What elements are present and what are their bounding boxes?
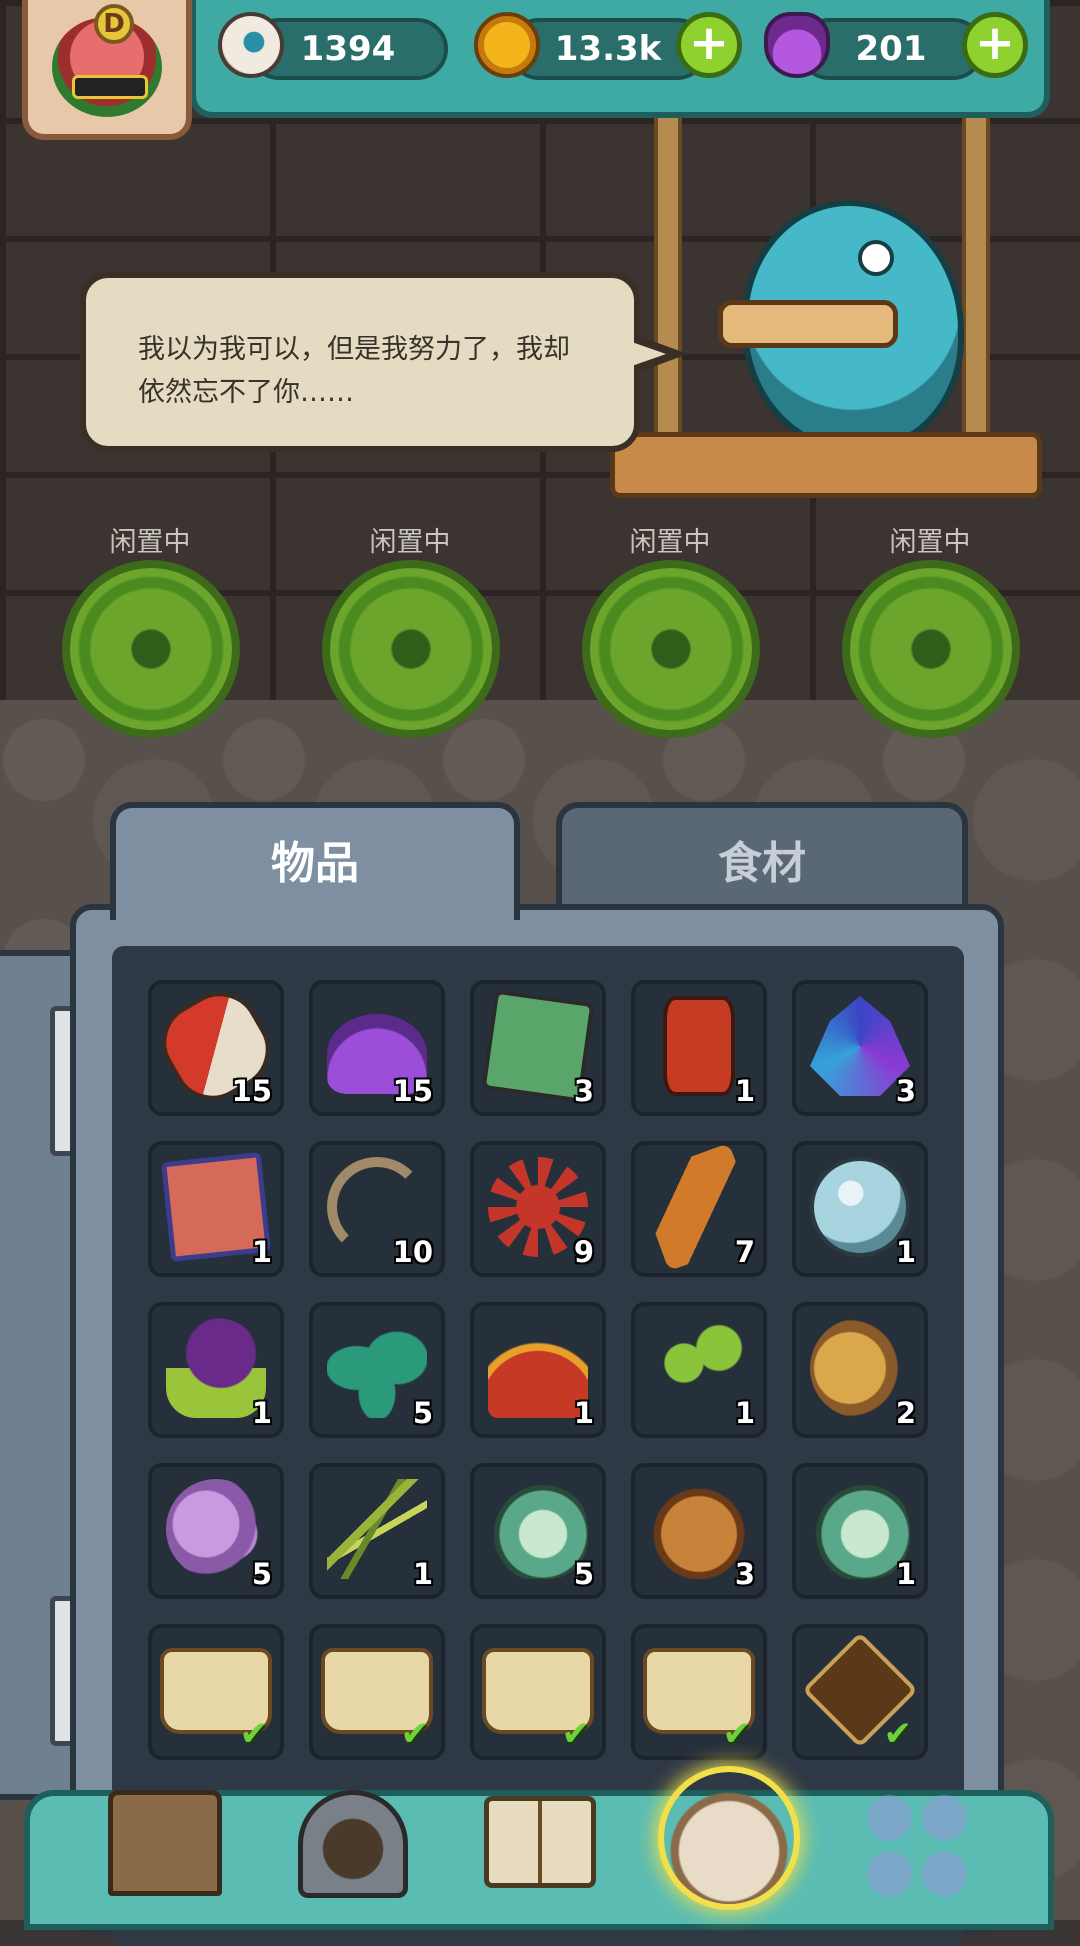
item-quantity: 15: [392, 1074, 433, 1108]
player-rank-badge: D: [94, 4, 134, 44]
owned-checkmark-icon: ✔: [239, 1714, 269, 1754]
book-icon[interactable]: [484, 1796, 596, 1888]
swing-seat: [610, 432, 1042, 498]
add-potions-button[interactable]: +: [962, 12, 1028, 78]
potion-icon: [764, 12, 830, 78]
inventory-slot[interactable]: 1: [631, 980, 767, 1116]
eyeball-icon: [218, 12, 284, 78]
inventory-slot[interactable]: 5: [470, 1463, 606, 1599]
item-quantity: 1: [251, 1396, 272, 1430]
inventory-slot[interactable]: 1: [148, 1141, 284, 1277]
monster-mouth: [718, 300, 898, 348]
slot-status-4: 闲置中: [889, 527, 971, 558]
furnace-icon[interactable]: [298, 1790, 408, 1898]
inventory-slot[interactable]: 3: [470, 980, 606, 1116]
item-quantity: 3: [895, 1074, 916, 1108]
work-slot-gear-icon[interactable]: [590, 568, 752, 730]
add-coins-button[interactable]: +: [676, 12, 742, 78]
inventory-slot[interactable]: 15: [147, 977, 285, 1116]
owned-checkmark-icon: ✔: [883, 1714, 913, 1754]
inventory-slot[interactable]: 2: [792, 1302, 928, 1438]
item-quantity: 1: [251, 1235, 272, 1269]
tab-items[interactable]: 物品: [110, 802, 520, 920]
inventory-slot[interactable]: 1: [470, 1302, 606, 1438]
work-slot-gear-icon[interactable]: [330, 568, 492, 730]
barrel-icon: [663, 996, 735, 1096]
grid-icon[interactable]: [862, 1790, 972, 1902]
monster-eye: [858, 240, 894, 276]
item-quantity: 1: [573, 1396, 594, 1430]
avatar-grille: [72, 75, 148, 99]
item-quantity: 1: [734, 1074, 755, 1108]
tab-ingredients[interactable]: 食材: [556, 802, 968, 920]
inventory-slot[interactable]: 10: [309, 1141, 445, 1277]
item-quantity: 7: [734, 1235, 755, 1269]
inventory-slot[interactable]: 3: [631, 1463, 767, 1599]
item-quantity: 2: [895, 1396, 916, 1430]
coin-icon: [474, 12, 540, 78]
inventory-slot[interactable]: ✔: [470, 1624, 606, 1760]
inventory-slot[interactable]: 1: [631, 1302, 767, 1438]
inventory-slot[interactable]: ✔: [792, 1624, 928, 1760]
inventory-slot[interactable]: ✔: [148, 1624, 284, 1760]
inventory-slot[interactable]: 1: [792, 1463, 928, 1599]
owned-checkmark-icon: ✔: [561, 1714, 591, 1754]
item-quantity: 5: [573, 1557, 594, 1591]
speech-bubble-tail-inner: [626, 340, 666, 368]
speech-bubble: 我以为我可以，但是我努力了，我却依然忘不了你……: [80, 272, 640, 452]
item-quantity: 3: [734, 1557, 755, 1591]
item-quantity: 3: [573, 1074, 594, 1108]
item-quantity: 15: [231, 1074, 272, 1108]
inventory-slot[interactable]: ✔: [309, 1624, 445, 1760]
inventory-slot[interactable]: 1: [148, 1302, 284, 1438]
owned-checkmark-icon: ✔: [722, 1714, 752, 1754]
work-slot-gear-icon[interactable]: [850, 568, 1012, 730]
item-quantity: 10: [392, 1235, 433, 1269]
item-quantity: 1: [895, 1557, 916, 1591]
inventory-slot[interactable]: 9: [470, 1141, 606, 1277]
dialogue-text: 我以为我可以，但是我努力了，我却依然忘不了你……: [138, 334, 570, 408]
item-quantity: 1: [895, 1235, 916, 1269]
inventory-slot[interactable]: 5: [148, 1463, 284, 1599]
slot-status-2: 闲置中: [369, 527, 451, 558]
shop-icon[interactable]: [108, 1790, 222, 1896]
work-slot-gear-icon[interactable]: [70, 568, 232, 730]
player-avatar[interactable]: D: [22, 0, 192, 140]
slot-status-1: 闲置中: [109, 527, 191, 558]
item-quantity: 9: [573, 1235, 594, 1269]
swing-rope-left: [654, 118, 682, 448]
inventory-slot[interactable]: 7: [631, 1141, 767, 1277]
owned-checkmark-icon: ✔: [400, 1714, 430, 1754]
item-quantity: 1: [734, 1396, 755, 1430]
swing-rope-right: [962, 118, 990, 448]
bag-icon[interactable]: [664, 1772, 794, 1904]
item-quantity: 5: [251, 1557, 272, 1591]
item-quantity: 5: [412, 1396, 433, 1430]
inventory-slot[interactable]: 3: [792, 980, 928, 1116]
inventory-slot[interactable]: 15: [309, 980, 445, 1116]
inventory-slot[interactable]: 5: [309, 1302, 445, 1438]
slot-status-3: 闲置中: [629, 527, 711, 558]
inventory-slot[interactable]: 1: [792, 1141, 928, 1277]
item-quantity: 1: [412, 1557, 433, 1591]
inventory-slot[interactable]: ✔: [631, 1624, 767, 1760]
inventory-slot[interactable]: 1: [309, 1463, 445, 1599]
